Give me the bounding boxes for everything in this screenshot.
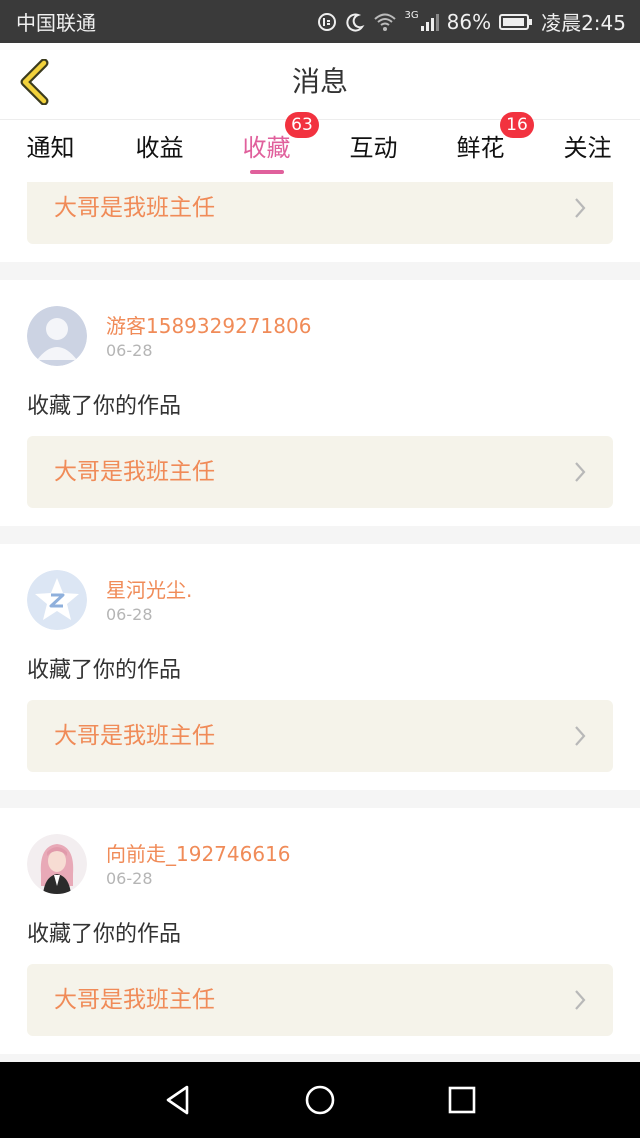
chevron-right-icon [575,198,586,218]
carrier-name: 中国联通 [16,11,96,35]
message-list[interactable]: 大哥是我班主任 游客1589329271806 06-28 收藏了你的作品 大哥… [0,182,640,1062]
active-tab-indicator [249,170,284,174]
wifi-icon [373,12,397,32]
username[interactable]: 游客1589329271806 [106,310,311,339]
work-title: 大哥是我班主任 [54,459,215,485]
tab-following[interactable]: 关注 [534,120,640,182]
tab-label: 收藏 [242,134,291,162]
back-button[interactable] [14,57,54,107]
work-link[interactable]: 大哥是我班主任 [27,964,613,1036]
square-recents-icon [448,1086,476,1114]
nav-home-button[interactable] [300,1080,340,1120]
chevron-right-icon [575,990,586,1010]
unread-badge: 16 [500,112,534,138]
action-text: 收藏了你的作品 [27,922,182,947]
chevron-right-icon [575,462,586,482]
nav-recents-button[interactable] [442,1080,482,1120]
tab-label: 收益 [135,134,184,162]
page-title: 消息 [291,65,348,98]
clock: 凌晨2:45 [541,11,626,35]
data-saver-icon [317,12,337,32]
message-date: 06-28 [106,605,153,624]
network-type: 3G [404,10,419,21]
triangle-back-icon [166,1085,189,1115]
username[interactable]: 向前走_192746616 [106,838,291,867]
action-text: 收藏了你的作品 [27,394,182,419]
battery-icon [499,13,533,31]
status-icons: 3G 86% 凌晨2:45 [317,7,626,36]
system-nav-bar [0,1062,640,1138]
avatar[interactable] [27,306,87,366]
qq-star-icon [27,570,87,630]
message-card: 向前走_192746616 06-28 收藏了你的作品 大哥是我班主任 [0,808,640,1054]
chevron-right-icon [575,726,586,746]
tab-bar: 通知 收益 收藏 63 互动 鲜花 16 关注 [0,112,640,182]
tab-label: 鲜花 [456,134,505,162]
work-link[interactable]: 大哥是我班主任 [27,436,613,508]
circle-home-icon [305,1085,335,1115]
username[interactable]: 星河光尘. [106,574,192,603]
tab-label: 通知 [26,134,75,162]
moon-icon [345,12,365,32]
message-date: 06-28 [106,869,153,888]
avatar[interactable] [27,570,87,630]
tab-earnings[interactable]: 收益 [106,120,213,182]
signal-icon: 3G [404,10,439,32]
tab-flowers[interactable]: 鲜花 16 [427,112,534,182]
work-link[interactable]: 大哥是我班主任 [27,700,613,772]
work-title: 大哥是我班主任 [54,723,215,749]
unread-badge: 63 [285,112,319,138]
work-title: 大哥是我班主任 [54,987,215,1013]
message-card: 大哥是我班主任 [0,182,640,262]
tab-label: 关注 [563,134,612,162]
avatar[interactable] [27,834,87,894]
work-link[interactable]: 大哥是我班主任 [27,182,613,244]
battery-percent: 86% [446,9,492,34]
message-card: 星河光尘. 06-28 收藏了你的作品 大哥是我班主任 [0,544,640,790]
status-bar: 中国联通 3G 86% 凌晨2:45 [0,0,640,43]
tab-notifications[interactable]: 通知 [0,120,104,182]
tab-interactions[interactable]: 互动 [320,120,427,182]
message-date: 06-28 [106,341,153,360]
default-person-icon [27,306,87,366]
app-header: 消息 [0,43,640,120]
girl-portrait-icon [27,834,87,894]
tab-favorites[interactable]: 收藏 63 [213,112,320,182]
nav-back-button[interactable] [158,1080,198,1120]
chevron-left-icon [20,59,49,105]
tab-label: 互动 [349,134,398,162]
action-text: 收藏了你的作品 [27,658,182,683]
message-card: 游客1589329271806 06-28 收藏了你的作品 大哥是我班主任 [0,280,640,526]
work-title: 大哥是我班主任 [54,195,215,221]
